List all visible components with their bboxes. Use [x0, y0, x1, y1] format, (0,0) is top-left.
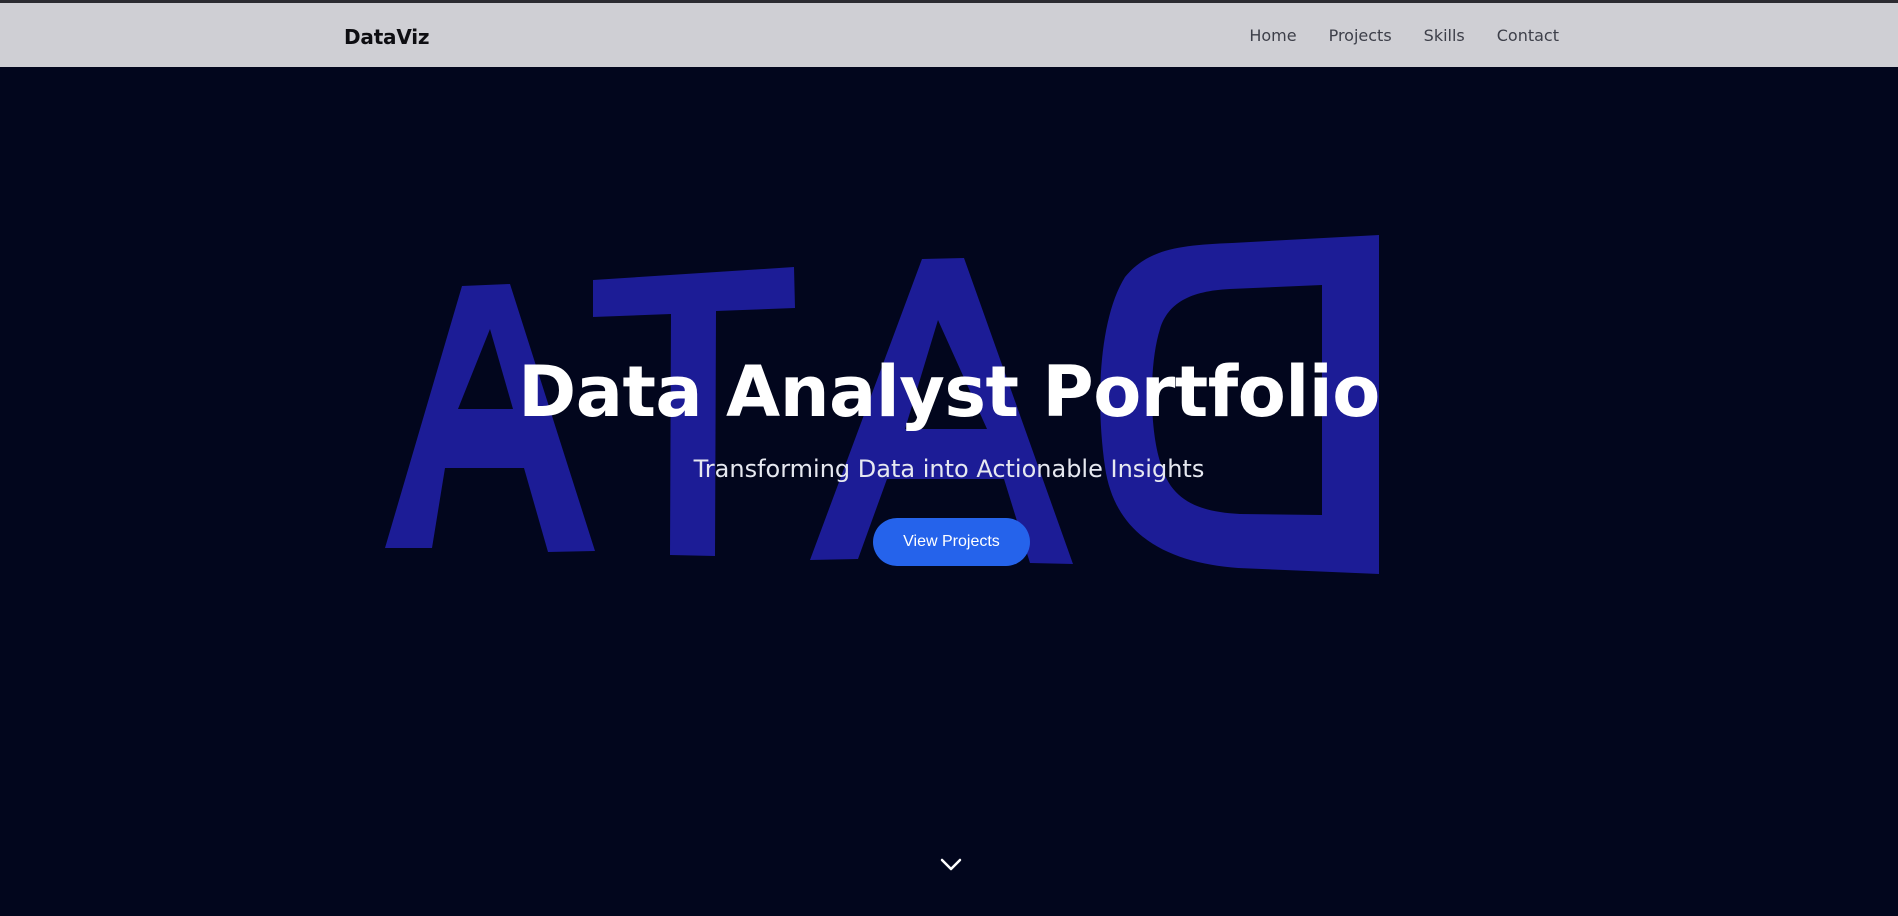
top-navbar: DataViz Home Projects Skills Contact — [0, 3, 1898, 67]
hero-title: Data Analyst Portfolio — [518, 351, 1380, 433]
nav-link-home[interactable]: Home — [1249, 26, 1296, 45]
hero-subtitle: Transforming Data into Actionable Insigh… — [693, 455, 1205, 483]
nav-links: Home Projects Skills Contact — [1249, 26, 1559, 45]
nav-link-projects[interactable]: Projects — [1329, 26, 1392, 45]
chevron-down-icon[interactable] — [939, 852, 963, 876]
nav-link-contact[interactable]: Contact — [1497, 26, 1559, 45]
view-projects-button[interactable]: View Projects — [873, 518, 1030, 566]
brand-logo[interactable]: DataViz — [344, 25, 430, 49]
hero-section: Data Analyst Portfolio Transforming Data… — [0, 67, 1898, 916]
background-letters-graphic — [385, 235, 1379, 574]
nav-link-skills[interactable]: Skills — [1424, 26, 1465, 45]
